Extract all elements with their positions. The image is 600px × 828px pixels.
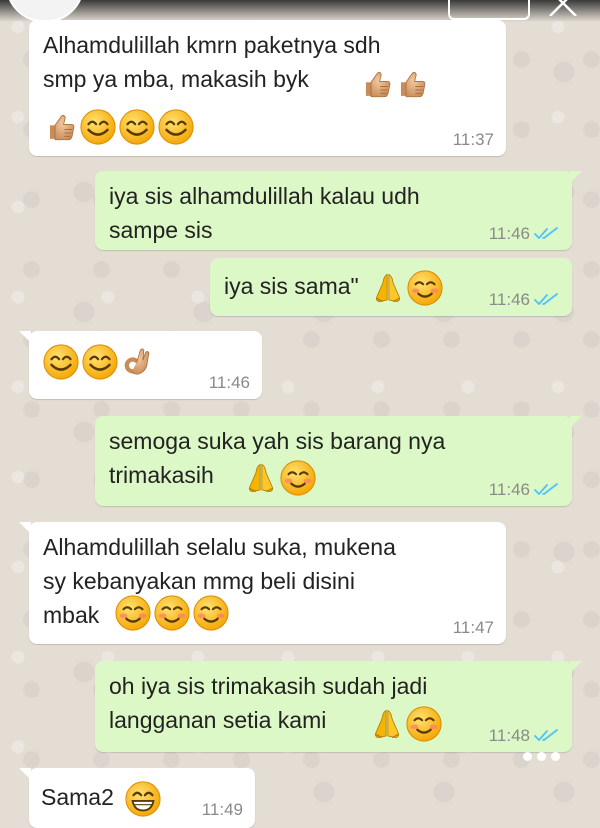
message-text: iya sis sama" <box>224 273 359 300</box>
message-text: Alhamdulillah selalu suka, mukena sy keb… <box>43 534 396 628</box>
thumbs-up-icon <box>395 67 429 101</box>
message-meta: 11:46 <box>489 290 560 310</box>
message-bubble-incoming[interactable]: Alhamdulillah kmrn paketnya sdh smp ya m… <box>29 20 506 156</box>
ok-hand-icon <box>120 345 154 379</box>
smile-icon <box>118 108 156 146</box>
thumbs-up-icon <box>44 110 78 144</box>
message-meta: 11:47 <box>453 618 494 638</box>
message-time: 11:48 <box>488 726 530 745</box>
message-time: 11:46 <box>488 480 530 499</box>
blush-icon <box>153 594 191 632</box>
message-bubble-outgoing[interactable]: semoga suka yah sis barang nya trimakasi… <box>95 416 582 506</box>
double-check-icon <box>534 227 560 241</box>
message-bubble-incoming[interactable]: 11:46 <box>19 331 262 399</box>
message-time: 11:46 <box>488 290 530 309</box>
message-time: 11:37 <box>452 130 494 149</box>
message-bubble-incoming[interactable]: Sama2 11:49 <box>19 768 255 828</box>
message-time: 11:46 <box>208 373 250 392</box>
message-meta: 11:46 <box>489 224 560 244</box>
double-check-icon <box>534 293 560 307</box>
double-check-icon <box>534 483 560 497</box>
smile-icon <box>79 108 117 146</box>
emoji-row <box>113 594 230 632</box>
blush-icon <box>114 594 152 632</box>
thumbs-up-icon <box>360 67 394 101</box>
message-text: Sama2 <box>41 784 114 811</box>
top-bar <box>0 0 600 22</box>
blush-icon <box>405 705 443 743</box>
double-check-icon <box>534 729 560 743</box>
blush-icon <box>279 459 317 497</box>
pray-icon <box>371 271 405 305</box>
message-time: 11:46 <box>488 224 530 243</box>
message-bubble-outgoing[interactable]: iya sis alhamdulillah kalau udh sampe si… <box>95 171 582 250</box>
smile-icon <box>81 343 119 381</box>
emoji-row <box>243 459 317 497</box>
message-meta: 11:37 <box>453 130 494 150</box>
emoji-row <box>369 705 443 743</box>
message-bubble-incoming[interactable]: Alhamdulillah selalu suka, mukena sy keb… <box>19 522 506 644</box>
message-time: 11:47 <box>452 618 494 637</box>
smile-icon <box>157 108 195 146</box>
pray-icon <box>370 707 404 741</box>
avatar[interactable] <box>6 0 84 22</box>
close-icon[interactable] <box>546 0 580 16</box>
emoji-row <box>359 65 429 101</box>
message-time: 11:49 <box>201 800 243 819</box>
message-bubble-outgoing[interactable]: iya sis sama" 11:46 <box>210 258 572 316</box>
more-dots-icon[interactable] <box>523 752 560 761</box>
pray-icon <box>244 461 278 495</box>
emoji-row <box>43 108 195 146</box>
smile-icon <box>42 343 80 381</box>
message-meta: 11:48 <box>489 726 560 746</box>
message-meta: 11:46 <box>489 480 560 500</box>
header-button[interactable] <box>448 0 530 20</box>
message-meta: 11:49 <box>202 800 243 820</box>
message-bubble-outgoing[interactable]: oh iya sis trimakasih sudah jadi langgan… <box>95 661 582 752</box>
message-meta: 11:46 <box>209 373 250 393</box>
blush-icon <box>406 269 444 307</box>
grin-icon <box>124 780 162 818</box>
blush-icon <box>192 594 230 632</box>
